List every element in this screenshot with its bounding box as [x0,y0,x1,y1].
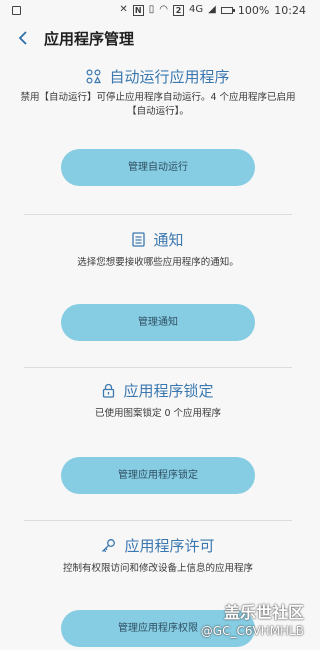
section-header: 自动运行应用程序 [0,66,316,87]
battery-percent: 100% [237,3,270,17]
app-lock-section: 应用程序锁定 已使用图案锁定 0 个应用程序 管理应用程序锁定 [0,380,316,494]
watermark-user: @GC_C6VHMHLB [200,624,304,638]
divider [24,520,292,521]
divider [24,367,292,368]
manage-auto-run-button[interactable]: 管理自动运行 [61,149,255,186]
vibrate-icon: ▯ [148,4,155,15]
auto-run-section: 自动运行应用程序 禁用【自动运行】可停止应用程序自动运行。4 个应用程序已启用【… [0,66,316,186]
nfc-icon: ✕ [119,4,128,15]
section-title: 通知 [153,231,184,249]
manage-notifications-button[interactable]: 管理通知 [61,304,255,341]
section-header: 应用程序锁定 [0,380,316,401]
network-type-label: 4G [189,4,204,15]
wifi-icon: ◠ [159,4,169,15]
back-button[interactable] [10,25,36,51]
section-description: 已使用图案锁定 0 个应用程序 [94,408,222,419]
signal-icon: ◢ [208,4,216,15]
sim-icon: 2 [173,4,185,16]
section-title: 自动运行应用程序 [109,68,230,86]
gallery-notification-icon [12,5,21,15]
clock: 10:24 [274,3,306,17]
notification-icon [132,232,146,247]
nfc-n-icon: N [132,4,144,16]
manage-app-lock-button[interactable]: 管理应用程序锁定 [61,457,255,494]
notifications-section: 通知 选择您想要接收哪些应用程序的通知。 管理通知 [0,229,316,341]
key-icon [101,538,116,553]
lock-icon [102,383,115,398]
app-bar: 应用程序管理 [0,20,316,56]
section-description: 控制有权限访问和修改设备上信息的应用程序 [62,563,253,574]
chevron-left-icon [18,31,27,45]
section-header: 通知 [0,229,316,250]
section-title: 应用程序锁定 [123,382,214,400]
divider [24,214,292,215]
section-description: 禁用【自动运行】可停止应用程序自动运行。4 个应用程序已启用【自动运行】。 [20,92,296,117]
apps-grid-icon [86,69,102,84]
status-bar: ✕ N ▯ ◠ 2 4G ◢ 100% 10:24 [0,0,316,20]
watermark: 盖乐世社区 @GC_C6VHMHLB [201,599,304,638]
watermark-brand: 盖乐世社区 [223,603,304,622]
battery-icon [220,6,235,14]
section-description: 选择您想要接收哪些应用程序的通知。 [77,257,239,268]
section-title: 应用程序许可 [124,537,215,555]
section-header: 应用程序许可 [0,535,316,556]
page-title: 应用程序管理 [44,29,135,48]
